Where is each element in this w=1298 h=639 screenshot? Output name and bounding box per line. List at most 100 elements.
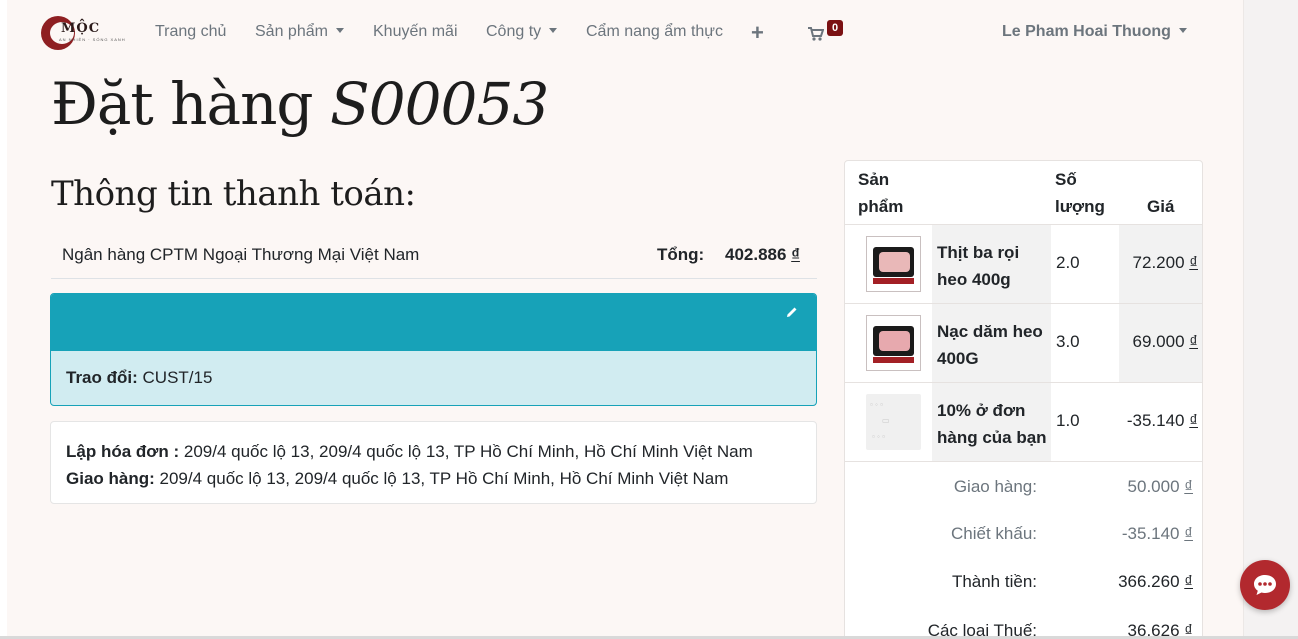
nav-products-label: Sản phẩm bbox=[255, 23, 328, 40]
logo-tagline: AN NHIÊN · SỐNG XANH bbox=[59, 37, 126, 42]
price-cell: 72.200 ₫ bbox=[1119, 225, 1202, 303]
order-reference: S00053 bbox=[330, 70, 549, 138]
plus-icon[interactable]: + bbox=[751, 22, 766, 44]
summary-shipping: Giao hàng: 50.000 ₫ bbox=[845, 477, 1202, 497]
top-navbar: MỘC AN NHIÊN · SỐNG XANH Trang chủ Sản p… bbox=[0, 0, 1243, 68]
currency-symbol: ₫ bbox=[1184, 572, 1193, 591]
product-image-label bbox=[873, 357, 914, 363]
exchange-label: Trao đổi: bbox=[66, 368, 138, 387]
product-quantity: 1.0 bbox=[1056, 411, 1080, 430]
nav-products[interactable]: Sản phẩm bbox=[255, 23, 344, 41]
column-header-price: Giá bbox=[1147, 197, 1175, 216]
summary-amount: -35.140 bbox=[1121, 524, 1180, 543]
page-title-text: Đặt hàng bbox=[51, 70, 314, 138]
table-row: Thịt ba rọi heo 400g 2.0 72.200 ₫ bbox=[845, 224, 1202, 303]
product-price: 72.200 ₫ bbox=[1133, 253, 1198, 273]
chevron-down-icon bbox=[549, 28, 558, 33]
summary-value: -35.140 ₫ bbox=[1122, 524, 1193, 544]
product-thumbnail-cell bbox=[845, 225, 932, 303]
product-name-cell: Nạc dăm heo 400G bbox=[932, 304, 1051, 382]
exchange-card: Trao đổi: CUST/15 bbox=[50, 293, 817, 406]
page-title: Đặt hàng S00053 bbox=[51, 70, 549, 138]
column-header-product: Sản phẩm bbox=[858, 170, 904, 216]
product-price: -35.140 ₫ bbox=[1127, 411, 1198, 431]
exchange-card-header bbox=[51, 294, 816, 351]
total-value: 402.886 ₫ bbox=[725, 245, 800, 265]
logo-brand: MỘC bbox=[61, 21, 101, 36]
price-amount: 72.200 bbox=[1132, 253, 1185, 272]
product-quantity: 2.0 bbox=[1056, 253, 1080, 272]
price-amount: 69.000 bbox=[1132, 332, 1185, 351]
payment-info-heading: Thông tin thanh toán: bbox=[51, 174, 416, 214]
product-image[interactable] bbox=[866, 315, 921, 371]
price-cell: 69.000 ₫ bbox=[1119, 304, 1202, 382]
currency-symbol: ₫ bbox=[791, 245, 800, 264]
product-name-cell: 10% ở đơn hàng của bạn bbox=[932, 383, 1051, 461]
billing-address: Lập hóa đơn : 209/4 quốc lộ 13, 209/4 qu… bbox=[66, 438, 801, 465]
summary-subtotal: Thành tiền: 366.260 ₫ bbox=[845, 572, 1202, 592]
product-image-meat bbox=[879, 331, 910, 351]
currency-symbol: ₫ bbox=[1189, 411, 1198, 430]
summary-value: 366.260 ₫ bbox=[1118, 572, 1193, 592]
cart-button[interactable]: 0 bbox=[808, 20, 848, 44]
currency-symbol: ₫ bbox=[1184, 477, 1193, 496]
table-row: ▫ ◦ ▫ ▭ ▫ ◦ ▫ 10% ở đơn hàng của bạn 1.0… bbox=[845, 382, 1202, 461]
price-amount: -35.140 bbox=[1126, 411, 1185, 430]
summary-discount: Chiết khấu: -35.140 ₫ bbox=[845, 524, 1202, 544]
product-price: 69.000 ₫ bbox=[1133, 332, 1198, 352]
chat-bubble-icon bbox=[1254, 575, 1276, 595]
user-menu[interactable]: Le Pham Hoai Thuong bbox=[1002, 23, 1187, 41]
product-thumbnail-cell: ▫ ◦ ▫ ▭ ▫ ◦ ▫ bbox=[845, 383, 932, 461]
summary-label: Giao hàng: bbox=[953, 477, 1037, 496]
product-image[interactable] bbox=[866, 236, 921, 292]
summary-label: Chiết khấu: bbox=[951, 524, 1037, 543]
nav-cooking-guide[interactable]: Cẩm nang ẩm thực bbox=[586, 23, 723, 41]
chevron-down-icon bbox=[1178, 28, 1187, 33]
price-cell: -35.140 ₫ bbox=[1119, 383, 1202, 461]
page-left-edge bbox=[0, 0, 7, 639]
table-divider bbox=[845, 461, 1202, 462]
shipping-value: 209/4 quốc lộ 13, 209/4 quốc lộ 13, TP H… bbox=[159, 469, 729, 488]
live-chat-button[interactable] bbox=[1240, 560, 1290, 610]
pencil-icon[interactable] bbox=[786, 306, 798, 318]
bank-name: Ngân hàng CPTM Ngoại Thương Mại Việt Nam bbox=[62, 245, 420, 264]
quantity-cell: 2.0 bbox=[1051, 225, 1119, 303]
nav-company-label: Công ty bbox=[486, 23, 542, 40]
currency-symbol: ₫ bbox=[1184, 524, 1193, 543]
quantity-cell: 3.0 bbox=[1051, 304, 1119, 382]
nav-promotions[interactable]: Khuyến mãi bbox=[373, 23, 458, 41]
moc-logo[interactable]: MỘC AN NHIÊN · SỐNG XANH bbox=[41, 14, 125, 54]
total-amount: 402.886 bbox=[725, 245, 787, 264]
nav-home[interactable]: Trang chủ bbox=[155, 23, 226, 41]
product-name[interactable]: Thịt ba rọi heo 400g bbox=[937, 239, 1049, 293]
total-label: Tổng: bbox=[657, 245, 705, 264]
product-name: 10% ở đơn hàng của bạn bbox=[937, 401, 1047, 447]
scrollbar-track[interactable] bbox=[1243, 0, 1298, 639]
cart-count-badge: 0 bbox=[827, 20, 844, 36]
payment-row: Ngân hàng CPTM Ngoại Thương Mại Việt Nam… bbox=[51, 230, 817, 279]
summary-label: Thành tiền: bbox=[951, 572, 1037, 591]
shopping-cart-icon bbox=[808, 27, 824, 41]
placeholder-image-icon: ▫ ◦ ▫ ▭ ▫ ◦ ▫ bbox=[866, 394, 921, 450]
summary-amount: 50.000 bbox=[1127, 477, 1180, 496]
shipping-label: Giao hàng: bbox=[66, 469, 155, 488]
currency-symbol: ₫ bbox=[1189, 253, 1198, 272]
quantity-cell: 1.0 bbox=[1051, 383, 1119, 461]
product-name-cell: Thịt ba rọi heo 400g bbox=[932, 225, 1051, 303]
product-name[interactable]: Nạc dăm heo 400G bbox=[937, 318, 1049, 372]
summary-amount: 366.260 bbox=[1118, 572, 1180, 591]
nav-company[interactable]: Công ty bbox=[486, 23, 558, 41]
billing-value: 209/4 quốc lộ 13, 209/4 quốc lộ 13, TP H… bbox=[183, 442, 753, 461]
table-row: Nạc dăm heo 400G 3.0 69.000 ₫ bbox=[845, 303, 1202, 382]
shipping-address: Giao hàng: 209/4 quốc lộ 13, 209/4 quốc … bbox=[66, 465, 801, 492]
exchange-value: CUST/15 bbox=[142, 368, 213, 387]
billing-label: Lập hóa đơn : bbox=[66, 442, 180, 461]
user-name: Le Pham Hoai Thuong bbox=[1002, 23, 1171, 40]
summary-value: 50.000 ₫ bbox=[1128, 477, 1193, 497]
chevron-down-icon bbox=[335, 28, 344, 33]
product-thumbnail-cell bbox=[845, 304, 932, 382]
currency-symbol: ₫ bbox=[1189, 332, 1198, 351]
product-image-label bbox=[873, 278, 914, 284]
column-header-quantity: Số lượng bbox=[1055, 170, 1105, 216]
order-summary-table: Sản phẩm Số lượng Giá Thịt ba rọi heo 40… bbox=[844, 160, 1203, 639]
